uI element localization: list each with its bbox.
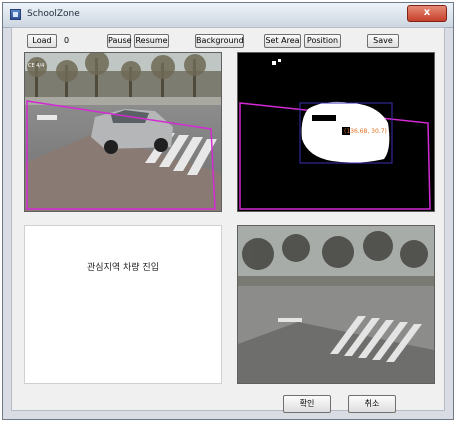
background-button[interactable]: Background — [195, 34, 244, 48]
ok-button[interactable]: 확인 — [283, 395, 331, 413]
set-area-button[interactable]: Set Area — [264, 34, 301, 48]
background-view-image — [238, 226, 434, 383]
app-window: SchoolZone x Load 0 Pause Resume Backgro… — [2, 2, 454, 420]
foreground-mask-panel: (136.68, 30.7) — [237, 52, 435, 212]
cancel-button[interactable]: 취소 — [348, 395, 396, 413]
save-button[interactable]: Save — [367, 34, 399, 48]
camera-view-image: CE 4/4 — [25, 53, 221, 211]
status-message: 관심지역 차량 진입 — [87, 263, 159, 273]
app-icon — [10, 9, 21, 20]
client-area: Load 0 Pause Resume Background Set Area … — [11, 27, 445, 413]
resume-button[interactable]: Resume — [134, 34, 169, 48]
position-button[interactable]: Position — [304, 34, 341, 48]
window-title: SchoolZone — [27, 9, 80, 19]
background-view-panel — [237, 225, 435, 384]
title-bar[interactable]: SchoolZone x — [3, 3, 453, 28]
load-button[interactable]: Load — [27, 34, 57, 48]
frame-counter: 0 — [64, 36, 70, 45]
pause-button[interactable]: Pause — [107, 34, 132, 48]
status-panel: 관심지역 차량 진입 — [24, 225, 222, 384]
camera-overlay-text: CE 4/4 — [28, 63, 44, 69]
close-icon: x — [423, 7, 431, 18]
detection-coords-text: (136.68, 30.7) — [344, 128, 387, 135]
camera-view-panel: CE 4/4 — [24, 52, 222, 212]
foreground-mask-image: (136.68, 30.7) — [238, 53, 434, 211]
close-button[interactable]: x — [407, 5, 447, 22]
